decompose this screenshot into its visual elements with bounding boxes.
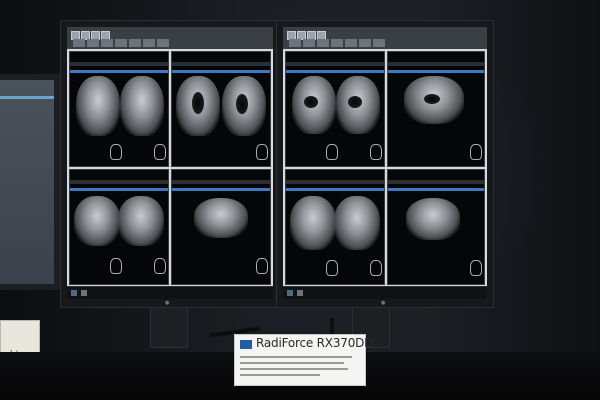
series-thumbnail — [115, 39, 127, 47]
monitor-left: ● — [60, 20, 280, 308]
monitor-left-screen — [67, 27, 273, 299]
view-header-bar — [172, 70, 270, 73]
ultrasound-view — [387, 169, 485, 285]
series-thumbnail — [157, 39, 169, 47]
view-header — [388, 180, 484, 184]
body-marker-icon — [256, 144, 268, 160]
view-header — [172, 180, 270, 184]
body-marker-icon — [326, 144, 338, 160]
body-marker-icon — [370, 144, 382, 160]
ultrasound-view — [69, 169, 169, 285]
start-icon — [71, 290, 77, 296]
series-thumbnail — [373, 39, 385, 47]
view-header — [388, 62, 484, 66]
series-thumbnail — [73, 39, 85, 47]
ultrasound-image — [74, 196, 120, 246]
bezel-logo-icon: ● — [165, 300, 170, 306]
monitor-right: ● — [276, 20, 494, 308]
view-header-bar — [172, 188, 270, 191]
body-marker-icon — [470, 260, 482, 276]
viewer-toolbar — [67, 27, 273, 50]
view-header-bar — [70, 188, 168, 191]
ultrasound-image — [76, 76, 120, 136]
view-header — [286, 180, 384, 184]
body-marker-icon — [370, 260, 382, 276]
brand-logo-icon — [240, 340, 252, 349]
ultrasound-image — [406, 198, 460, 240]
ultrasound-image — [194, 198, 248, 238]
series-thumbnail — [143, 39, 155, 47]
ultrasound-view — [69, 51, 169, 167]
body-marker-icon — [110, 144, 122, 160]
taskbar — [67, 286, 273, 299]
placard-text-line — [240, 362, 344, 364]
view-header-bar — [286, 188, 384, 191]
viewer-panel-area — [67, 49, 273, 287]
view-header — [70, 62, 168, 66]
placard-product-name: RadiForce RX370DD — [256, 336, 374, 350]
ultrasound-view — [171, 169, 271, 285]
placard-text-line — [240, 374, 320, 376]
body-marker-icon — [256, 258, 268, 274]
series-thumbnail — [331, 39, 343, 47]
bezel-logo-icon: ● — [381, 300, 386, 306]
series-thumbnail — [129, 39, 141, 47]
series-thumbnail — [303, 39, 315, 47]
ultrasound-image — [118, 196, 164, 246]
view-header-bar — [70, 70, 168, 73]
body-marker-icon — [470, 144, 482, 160]
ultrasound-image — [120, 76, 164, 136]
left-edge-monitor-bar — [0, 96, 54, 99]
view-header-bar — [286, 70, 384, 73]
placard-text-line — [240, 356, 352, 358]
series-thumbnail — [317, 39, 329, 47]
taskbar — [283, 286, 487, 299]
monitor-right-screen — [283, 27, 487, 299]
viewer-panel-area — [283, 49, 487, 287]
left-edge-monitor-screen — [0, 80, 54, 284]
ultrasound-image — [290, 196, 336, 250]
ultrasound-dark-region — [348, 96, 362, 108]
view-header — [286, 62, 384, 66]
ultrasound-dark-region — [236, 94, 248, 114]
series-thumbnail — [87, 39, 99, 47]
view-header — [172, 62, 270, 66]
body-marker-icon — [326, 260, 338, 276]
ultrasound-view — [387, 51, 485, 167]
ultrasound-view — [285, 169, 385, 285]
ultrasound-image — [334, 196, 380, 250]
viewer-toolbar — [283, 27, 487, 50]
body-marker-icon — [154, 258, 166, 274]
app-icon — [81, 290, 87, 296]
ultrasound-dark-region — [304, 96, 318, 108]
body-marker-icon — [154, 144, 166, 160]
ultrasound-dark-region — [192, 92, 204, 114]
ultrasound-view — [171, 51, 271, 167]
ultrasound-view — [285, 51, 385, 167]
ultrasound-dark-region — [424, 94, 440, 104]
app-icon — [297, 290, 303, 296]
series-thumbnail — [345, 39, 357, 47]
series-thumbnail — [101, 39, 113, 47]
series-thumbnail — [359, 39, 371, 47]
view-header — [70, 180, 168, 184]
view-header-bar — [388, 70, 484, 73]
placard-text-line — [240, 368, 348, 370]
series-thumbnail — [289, 39, 301, 47]
start-icon — [287, 290, 293, 296]
view-header-bar — [388, 188, 484, 191]
monitor-stand-left — [150, 302, 188, 348]
body-marker-icon — [110, 258, 122, 274]
